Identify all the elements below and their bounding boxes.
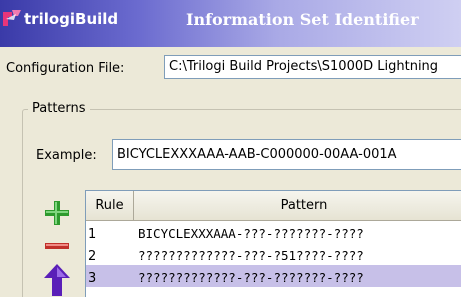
pattern-cell[interactable]: ?????????????-???-???????-???? xyxy=(134,265,461,287)
example-label: Example: xyxy=(36,148,97,163)
table-header: Rule Pattern xyxy=(86,191,461,221)
remove-rule-button[interactable] xyxy=(40,229,74,263)
column-header-rule[interactable]: Rule xyxy=(86,191,134,220)
example-field[interactable]: BICYCLEXXXAAA-AAB-C000000-00AA-001A xyxy=(112,139,461,170)
rule-cell: 2 xyxy=(88,249,97,264)
configuration-file-label: Configuration File: xyxy=(6,61,125,76)
column-header-pattern[interactable]: Pattern xyxy=(134,191,461,220)
patterns-group-legend: Patterns xyxy=(28,101,90,116)
table-row[interactable]: 2 ?????????????-???-?51????-???? xyxy=(86,243,461,265)
rules-table[interactable]: Rule Pattern 1 BICYCLEXXXAAA-???-???????… xyxy=(85,190,461,297)
arrow-up-icon xyxy=(44,264,70,296)
table-row-selected[interactable]: 3 ?????????????-???-???????-???? xyxy=(86,265,461,287)
rule-cell: 3 xyxy=(88,271,97,286)
app-logo-icon xyxy=(3,10,21,26)
move-up-button[interactable] xyxy=(40,262,74,296)
plus-icon xyxy=(45,201,69,225)
pattern-cell[interactable]: ?????????????-???-?51????-???? xyxy=(134,243,461,265)
minus-icon xyxy=(45,243,69,249)
rule-cell: 1 xyxy=(88,227,97,242)
title-bar[interactable]: trilogiBuild Information Set Identifier xyxy=(0,0,461,47)
add-rule-button[interactable] xyxy=(40,196,74,230)
window-title: Information Set Identifier xyxy=(186,10,419,29)
configuration-file-field[interactable]: C:\Trilogi Build Projects\S1000D Lightni… xyxy=(164,55,461,79)
table-row[interactable]: 1 BICYCLEXXXAAA-???-???????-???? xyxy=(86,221,461,243)
app-name: trilogiBuild xyxy=(24,10,119,28)
pattern-cell[interactable]: BICYCLEXXXAAA-???-???????-???? xyxy=(134,221,461,243)
